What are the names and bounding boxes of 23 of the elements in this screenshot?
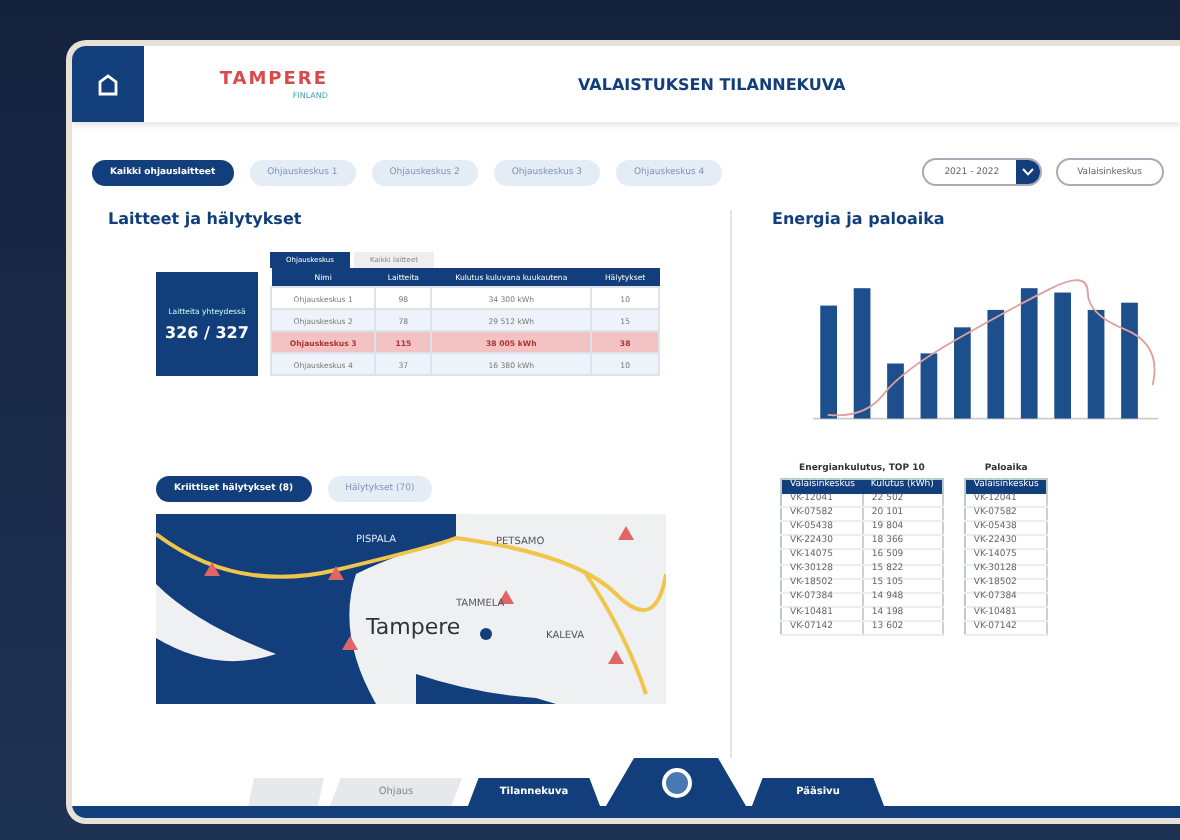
alert-icon[interactable] [342,636,358,650]
alert-icon[interactable] [328,566,344,580]
bar [987,309,1005,419]
location-icon [480,628,492,640]
bar [1054,292,1071,419]
bar [887,363,904,419]
section-title: Energia ja paloaika [772,210,947,228]
caret-icon [1021,168,1034,176]
bar [853,288,871,419]
bar [1020,288,1038,419]
home-icon [96,72,120,96]
home-button[interactable] [72,46,144,122]
card-value: 326 / 327 [165,324,249,342]
bar [1087,309,1105,419]
alert-icon[interactable] [204,562,220,576]
bar [820,305,837,419]
page-title: VALAISTUKSEN TILANNEKUVA [578,75,846,93]
map-label: Tampere [366,614,461,640]
section-title: Laitteet ja hälytykset [108,210,304,228]
bar [1121,302,1138,419]
bar [954,327,971,419]
logo-text: TAMPERE [219,69,328,89]
bar [920,353,938,419]
